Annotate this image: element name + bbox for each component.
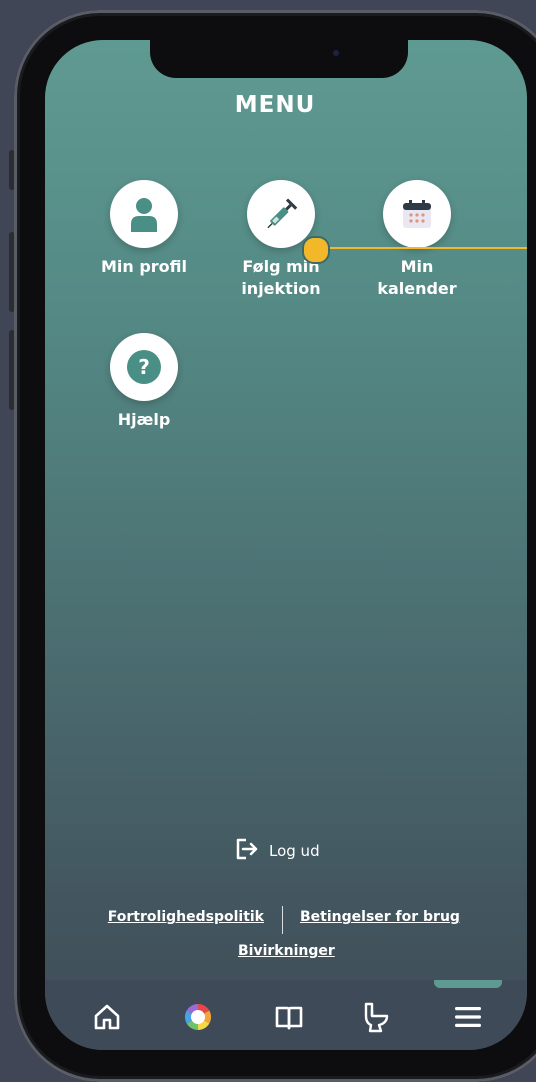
tab-menu[interactable] xyxy=(451,1002,485,1036)
tab-mood[interactable] xyxy=(181,1002,215,1036)
tab-toilet[interactable] xyxy=(359,1002,393,1036)
book-icon xyxy=(274,1004,304,1034)
svg-text:?: ? xyxy=(138,355,150,379)
page-title: MENU xyxy=(234,92,316,118)
menu-item-help[interactable]: ? Hjælp xyxy=(74,333,214,431)
person-icon xyxy=(110,180,178,248)
active-tab-indicator xyxy=(434,980,502,988)
menu-item-calendar[interactable]: Min kalender xyxy=(347,180,487,300)
link-divider xyxy=(282,906,283,934)
notch xyxy=(150,40,408,78)
logout-button[interactable]: Log ud xyxy=(235,838,320,864)
menu-item-label: Min profil xyxy=(100,257,188,276)
menu-item-profile[interactable]: Min profil xyxy=(74,180,214,278)
toilet-icon xyxy=(361,1001,391,1037)
tab-home[interactable] xyxy=(90,1002,124,1036)
color-wheel-icon xyxy=(183,1002,213,1036)
callout-marker xyxy=(302,236,330,264)
menu-item-label: Følg min injektion xyxy=(241,257,321,298)
privacy-policy-link[interactable]: Fortrolighedspolitik xyxy=(108,909,264,925)
tab-library[interactable] xyxy=(272,1002,306,1036)
menu-item-label: Hjælp xyxy=(117,410,171,429)
calendar-icon xyxy=(383,180,451,248)
hamburger-menu-icon xyxy=(454,1005,482,1033)
logout-icon xyxy=(235,838,259,864)
logout-label: Log ud xyxy=(269,842,320,860)
side-effects-link[interactable]: Bivirkninger xyxy=(238,943,335,959)
question-icon: ? xyxy=(110,333,178,401)
callout-line xyxy=(326,247,527,249)
syringe-icon xyxy=(247,180,315,248)
menu-item-label: Min kalender xyxy=(377,257,457,298)
menu-item-injection[interactable]: Følg min injektion xyxy=(211,180,351,300)
terms-link[interactable]: Betingelser for brug xyxy=(300,909,460,925)
home-icon xyxy=(92,1003,122,1035)
phone-screen: MENU Min profil Følg min injektion Min k… xyxy=(45,40,527,1050)
